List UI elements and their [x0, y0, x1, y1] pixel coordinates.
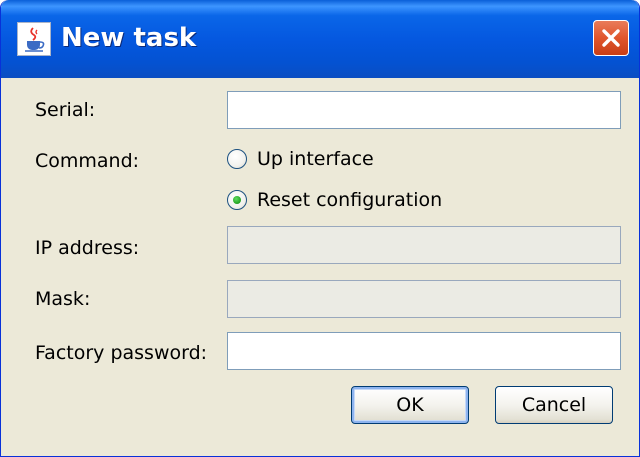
dialog-title: New task: [61, 23, 197, 53]
radio-selected-dot: [233, 196, 241, 204]
ip-address-label: IP address:: [35, 237, 140, 259]
serial-label: Serial:: [35, 99, 96, 121]
radio-up-interface-label: Up interface: [257, 148, 374, 170]
cancel-button[interactable]: Cancel: [495, 386, 613, 424]
radio-reset-configuration-label: Reset configuration: [257, 189, 443, 211]
factory-password-label: Factory password:: [35, 342, 208, 364]
title-bar[interactable]: New task: [1, 0, 639, 78]
close-icon: [602, 29, 620, 47]
ok-button[interactable]: OK: [351, 386, 469, 424]
new-task-dialog: New task Serial: Command: Up interface R…: [0, 0, 640, 457]
radio-reset-configuration-circle[interactable]: [227, 190, 247, 210]
radio-up-interface-circle[interactable]: [227, 149, 247, 169]
close-button[interactable]: [593, 20, 629, 56]
java-cup-icon: [17, 22, 51, 56]
mask-label: Mask:: [35, 288, 91, 310]
factory-password-input[interactable]: [227, 332, 621, 370]
serial-input[interactable]: [227, 91, 621, 129]
mask-input[interactable]: [227, 280, 621, 318]
ip-address-input[interactable]: [227, 226, 621, 264]
command-label: Command:: [35, 150, 140, 172]
radio-reset-configuration[interactable]: Reset configuration: [227, 185, 442, 215]
radio-up-interface[interactable]: Up interface: [227, 144, 374, 174]
